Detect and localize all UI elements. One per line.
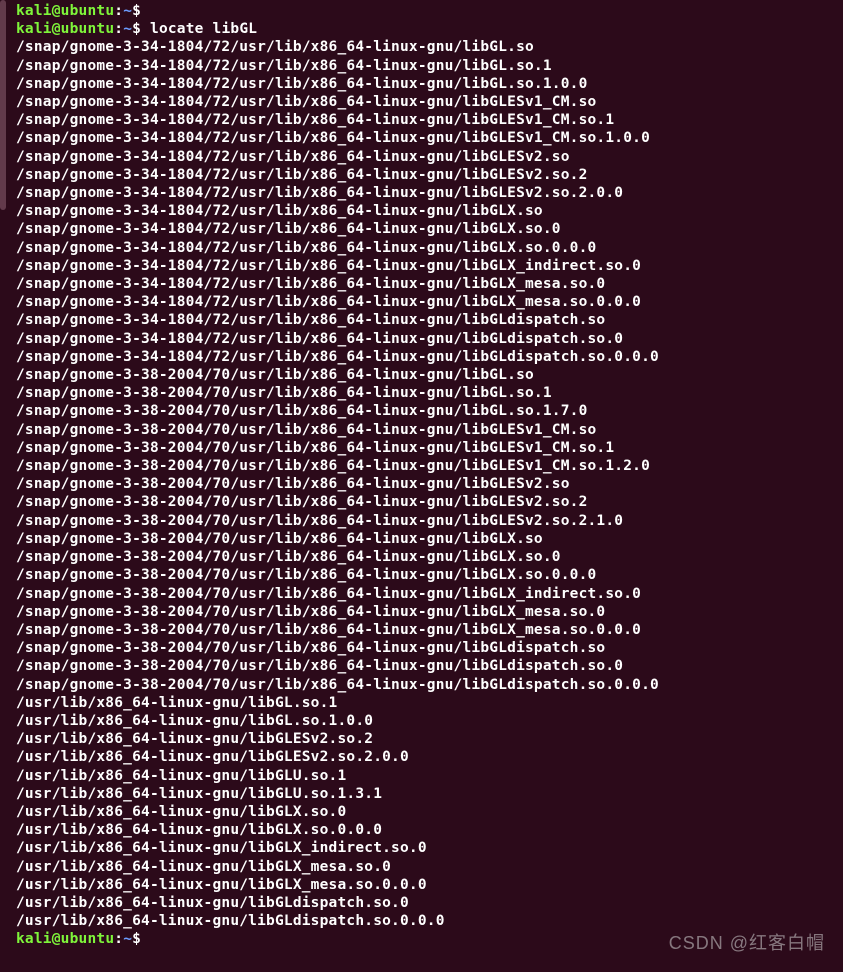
output-line: /snap/gnome-3-38-2004/70/usr/lib/x86_64-… bbox=[16, 457, 843, 475]
output-line: /snap/gnome-3-34-1804/72/usr/lib/x86_64-… bbox=[16, 202, 843, 220]
prompt-host: ubuntu bbox=[61, 931, 115, 947]
output-line: /snap/gnome-3-38-2004/70/usr/lib/x86_64-… bbox=[16, 657, 843, 675]
prompt-user: kali bbox=[16, 931, 52, 947]
output-line: /snap/gnome-3-38-2004/70/usr/lib/x86_64-… bbox=[16, 439, 843, 457]
output-line: /usr/lib/x86_64-linux-gnu/libGLX.so.0 bbox=[16, 803, 843, 821]
output-line: /snap/gnome-3-38-2004/70/usr/lib/x86_64-… bbox=[16, 603, 843, 621]
output-line: /usr/lib/x86_64-linux-gnu/libGLdispatch.… bbox=[16, 912, 843, 930]
prompt-at: @ bbox=[52, 21, 61, 37]
prompt-colon: : bbox=[114, 21, 123, 37]
prompt-host: ubuntu bbox=[61, 3, 115, 19]
output-line: /snap/gnome-3-34-1804/72/usr/lib/x86_64-… bbox=[16, 220, 843, 238]
output-line: /snap/gnome-3-34-1804/72/usr/lib/x86_64-… bbox=[16, 148, 843, 166]
output-line: /usr/lib/x86_64-linux-gnu/libGLX_mesa.so… bbox=[16, 876, 843, 894]
output-line: /usr/lib/x86_64-linux-gnu/libGLESv2.so.2 bbox=[16, 730, 843, 748]
prompt-host: ubuntu bbox=[61, 21, 115, 37]
output-line: /snap/gnome-3-38-2004/70/usr/lib/x86_64-… bbox=[16, 402, 843, 420]
output-line: /snap/gnome-3-34-1804/72/usr/lib/x86_64-… bbox=[16, 293, 843, 311]
prompt-colon: : bbox=[114, 931, 123, 947]
prompt-symbol: $ bbox=[132, 931, 141, 947]
output-line: /usr/lib/x86_64-linux-gnu/libGLESv2.so.2… bbox=[16, 748, 843, 766]
prompt-symbol: $ bbox=[132, 3, 141, 19]
output-line: /snap/gnome-3-38-2004/70/usr/lib/x86_64-… bbox=[16, 676, 843, 694]
watermark-text: CSDN @红客白帽 bbox=[669, 934, 825, 952]
output-line: /snap/gnome-3-34-1804/72/usr/lib/x86_64-… bbox=[16, 275, 843, 293]
output-line: /snap/gnome-3-34-1804/72/usr/lib/x86_64-… bbox=[16, 348, 843, 366]
output-line: /snap/gnome-3-38-2004/70/usr/lib/x86_64-… bbox=[16, 366, 843, 384]
output-line: /snap/gnome-3-34-1804/72/usr/lib/x86_64-… bbox=[16, 75, 843, 93]
terminal-viewport[interactable]: kali@ubuntu:~$kali@ubuntu:~$ locate libG… bbox=[16, 2, 843, 949]
output-line: /snap/gnome-3-38-2004/70/usr/lib/x86_64-… bbox=[16, 621, 843, 639]
output-line: /usr/lib/x86_64-linux-gnu/libGLX.so.0.0.… bbox=[16, 821, 843, 839]
output-line: /snap/gnome-3-38-2004/70/usr/lib/x86_64-… bbox=[16, 493, 843, 511]
prompt-path: ~ bbox=[123, 21, 132, 37]
prompt-path: ~ bbox=[123, 931, 132, 947]
prompt-path: ~ bbox=[123, 3, 132, 19]
output-line: /snap/gnome-3-34-1804/72/usr/lib/x86_64-… bbox=[16, 311, 843, 329]
output-line: /usr/lib/x86_64-linux-gnu/libGLX_indirec… bbox=[16, 839, 843, 857]
output-line: /usr/lib/x86_64-linux-gnu/libGLX_mesa.so… bbox=[16, 858, 843, 876]
prompt-user: kali bbox=[16, 3, 52, 19]
output-line: /snap/gnome-3-38-2004/70/usr/lib/x86_64-… bbox=[16, 530, 843, 548]
scrollbar[interactable] bbox=[0, 0, 6, 210]
output-line: /snap/gnome-3-34-1804/72/usr/lib/x86_64-… bbox=[16, 129, 843, 147]
output-line: /snap/gnome-3-38-2004/70/usr/lib/x86_64-… bbox=[16, 384, 843, 402]
output-line: /snap/gnome-3-34-1804/72/usr/lib/x86_64-… bbox=[16, 111, 843, 129]
output-line: /usr/lib/x86_64-linux-gnu/libGL.so.1 bbox=[16, 694, 843, 712]
prompt-line[interactable]: kali@ubuntu:~$ bbox=[16, 2, 843, 20]
prompt-colon: : bbox=[114, 3, 123, 19]
prompt-user: kali bbox=[16, 21, 52, 37]
output-line: /usr/lib/x86_64-linux-gnu/libGLU.so.1.3.… bbox=[16, 785, 843, 803]
output-line: /snap/gnome-3-38-2004/70/usr/lib/x86_64-… bbox=[16, 421, 843, 439]
output-line: /snap/gnome-3-34-1804/72/usr/lib/x86_64-… bbox=[16, 166, 843, 184]
output-line: /snap/gnome-3-38-2004/70/usr/lib/x86_64-… bbox=[16, 585, 843, 603]
output-line: /usr/lib/x86_64-linux-gnu/libGLU.so.1 bbox=[16, 767, 843, 785]
output-line: /snap/gnome-3-34-1804/72/usr/lib/x86_64-… bbox=[16, 57, 843, 75]
prompt-at: @ bbox=[52, 931, 61, 947]
output-line: /snap/gnome-3-34-1804/72/usr/lib/x86_64-… bbox=[16, 184, 843, 202]
output-line: /snap/gnome-3-34-1804/72/usr/lib/x86_64-… bbox=[16, 93, 843, 111]
prompt-line[interactable]: kali@ubuntu:~$ locate libGL bbox=[16, 20, 843, 38]
command-text: locate libGL bbox=[150, 21, 257, 37]
output-line: /snap/gnome-3-38-2004/70/usr/lib/x86_64-… bbox=[16, 566, 843, 584]
output-line: /snap/gnome-3-38-2004/70/usr/lib/x86_64-… bbox=[16, 475, 843, 493]
output-line: /usr/lib/x86_64-linux-gnu/libGLdispatch.… bbox=[16, 894, 843, 912]
output-line: /snap/gnome-3-34-1804/72/usr/lib/x86_64-… bbox=[16, 38, 843, 56]
output-line: /snap/gnome-3-34-1804/72/usr/lib/x86_64-… bbox=[16, 257, 843, 275]
prompt-symbol: $ bbox=[132, 21, 141, 37]
prompt-at: @ bbox=[52, 3, 61, 19]
output-line: /snap/gnome-3-34-1804/72/usr/lib/x86_64-… bbox=[16, 330, 843, 348]
output-line: /snap/gnome-3-38-2004/70/usr/lib/x86_64-… bbox=[16, 512, 843, 530]
output-line: /snap/gnome-3-34-1804/72/usr/lib/x86_64-… bbox=[16, 239, 843, 257]
output-line: /snap/gnome-3-38-2004/70/usr/lib/x86_64-… bbox=[16, 639, 843, 657]
output-line: /usr/lib/x86_64-linux-gnu/libGL.so.1.0.0 bbox=[16, 712, 843, 730]
output-line: /snap/gnome-3-38-2004/70/usr/lib/x86_64-… bbox=[16, 548, 843, 566]
